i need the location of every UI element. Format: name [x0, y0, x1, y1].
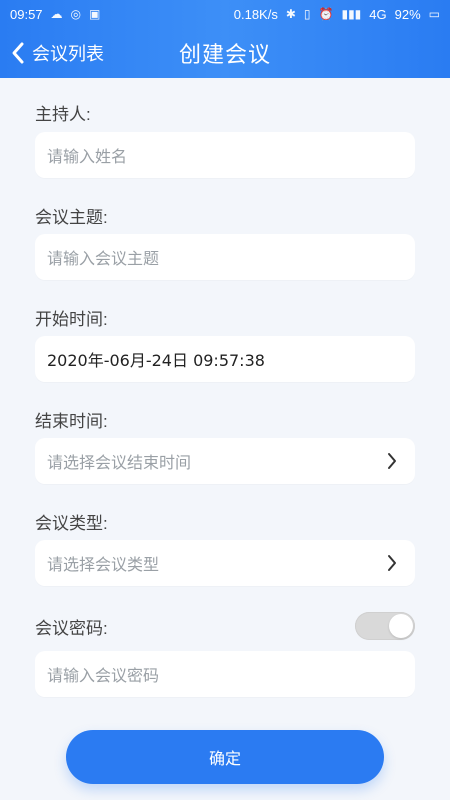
battery-icon: ▭ [428, 7, 440, 21]
signal-icon: ▮▮▮ [341, 7, 362, 21]
bluetooth-icon: ✱ [285, 7, 296, 21]
type-label: 会议类型: [35, 514, 108, 533]
toggle-knob [389, 614, 413, 638]
cloud-icon: ☁ [50, 7, 63, 21]
topic-placeholder: 请输入会议主题 [47, 249, 160, 268]
confirm-label: 确定 [208, 749, 241, 768]
host-label: 主持人: [35, 105, 91, 124]
password-label: 会议密码: [35, 619, 108, 638]
password-input[interactable]: 请输入会议密码 [35, 651, 415, 697]
status-bar: 09:57 ☁ ◎ ▣ 0.18K/s ✱ ▯ ⏰ ▮▮▮ 4G 92% ▭ [0, 0, 450, 28]
app-icon: ◎ [70, 7, 82, 21]
start-time-value: 2020年-06月-24日 09:57:38 [47, 351, 265, 370]
start-time-field[interactable]: 2020年-06月-24日 09:57:38 [35, 336, 415, 382]
vibrate-icon: ▯ [303, 7, 311, 21]
network-speed: 0.18K/s [233, 6, 278, 22]
start-time-label: 开始时间: [35, 310, 108, 329]
end-time-placeholder: 请选择会议结束时间 [47, 453, 192, 472]
navigation-bar: 会议列表 创建会议 [0, 28, 450, 78]
page-title: 创建会议 [178, 43, 271, 68]
topic-label: 会议主题: [35, 208, 108, 227]
topic-input[interactable]: 请输入会议主题 [35, 234, 415, 280]
host-placeholder: 请输入姓名 [47, 147, 128, 166]
status-right: 0.18K/s ✱ ▯ ⏰ ▮▮▮ 4G 92% ▭ [234, 7, 440, 22]
end-time-label: 结束时间: [35, 412, 108, 431]
chevron-right-icon [381, 450, 403, 472]
type-placeholder: 请选择会议类型 [47, 555, 160, 574]
password-toggle[interactable] [355, 612, 415, 640]
scan-icon: ▣ [89, 7, 101, 21]
chevron-right-icon [381, 552, 403, 574]
battery-percent: 92% [394, 6, 421, 22]
status-left: 09:57 ☁ ◎ ▣ [10, 7, 100, 22]
end-time-selector[interactable]: 请选择会议结束时间 [35, 438, 415, 484]
type-selector[interactable]: 请选择会议类型 [35, 540, 415, 586]
confirm-button[interactable]: 确定 [66, 730, 384, 784]
top-bar: 09:57 ☁ ◎ ▣ 0.18K/s ✱ ▯ ⏰ ▮▮▮ 4G 92% ▭ 会… [0, 0, 450, 78]
alarm-icon: ⏰ [318, 7, 334, 21]
network-type: 4G [369, 6, 387, 22]
status-time: 09:57 [10, 6, 43, 22]
password-placeholder: 请输入会议密码 [47, 666, 160, 685]
host-input[interactable]: 请输入姓名 [35, 132, 415, 178]
